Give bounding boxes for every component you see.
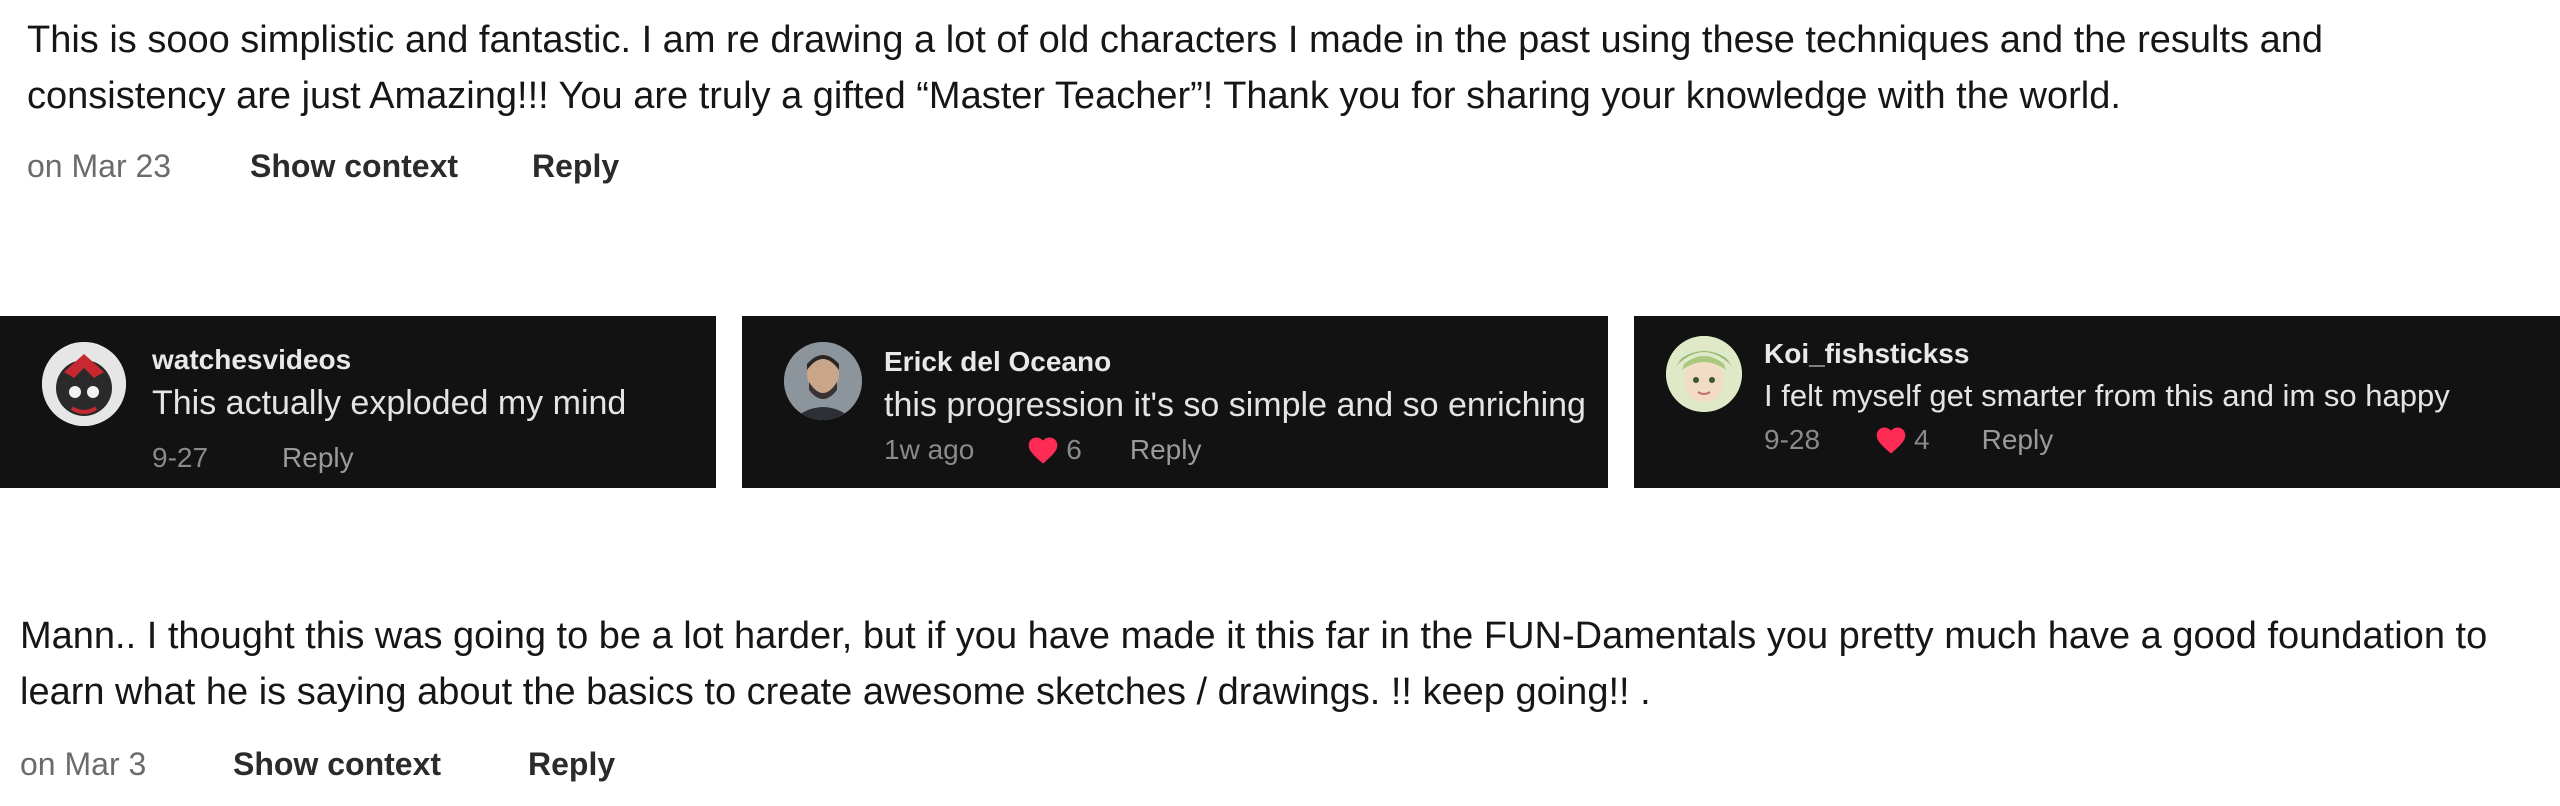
- comment-text: I felt myself get smarter from this and …: [1764, 378, 2450, 413]
- comment-text: This actually exploded my mind: [152, 384, 627, 422]
- heart-icon: [1876, 427, 1906, 454]
- comment-meta: 9-28 4 Reply: [1764, 424, 2053, 456]
- avatar-image: [1666, 336, 1742, 412]
- like-button[interactable]: 4: [1874, 424, 1930, 456]
- reply-link[interactable]: Reply: [532, 146, 619, 186]
- username[interactable]: Erick del Oceano: [884, 346, 1111, 378]
- comment-date: 9-27: [152, 442, 209, 473]
- comment-meta: 1w ago 6 Reply: [884, 434, 1201, 466]
- avatar: [784, 342, 862, 420]
- show-context-link[interactable]: Show context: [233, 744, 441, 784]
- comment-screenshot-card: Koi_fishstickss I felt myself get smarte…: [1634, 316, 2560, 488]
- reply-button[interactable]: Reply: [282, 442, 354, 474]
- comment-text: This is sooo simplistic and fantastic. I…: [27, 19, 2323, 117]
- avatar-image: [42, 342, 126, 426]
- comment-text: this progression it's so simple and so e…: [884, 386, 1586, 424]
- reply-button[interactable]: Reply: [1982, 424, 2054, 456]
- comment-screenshot-card: watchesvideos This actually exploded my …: [0, 316, 716, 488]
- comment-meta: 9-27 Reply: [152, 442, 354, 474]
- avatar: [1666, 336, 1742, 412]
- like-button[interactable]: 6: [1026, 434, 1082, 466]
- username[interactable]: Koi_fishstickss: [1764, 338, 1969, 370]
- like-count: 4: [1914, 424, 1930, 455]
- comment-text: Mann.. I thought this was going to be a …: [20, 615, 2488, 713]
- reply-button[interactable]: Reply: [1130, 434, 1202, 466]
- comment-screenshot-card: Erick del Oceano this progression it's s…: [742, 316, 1608, 488]
- avatar-image: [784, 342, 862, 420]
- show-context-link[interactable]: Show context: [250, 146, 458, 186]
- comment-date: on Mar 23: [27, 148, 172, 184]
- comment-date: on Mar 3: [20, 746, 147, 782]
- like-count: 6: [1066, 434, 1082, 465]
- reply-link[interactable]: Reply: [528, 744, 615, 784]
- comment-date: 1w ago: [884, 434, 975, 465]
- avatar: [42, 342, 126, 426]
- heart-icon: [1028, 437, 1058, 464]
- comment-date: 9-28: [1764, 424, 1821, 455]
- username[interactable]: watchesvideos: [152, 344, 351, 376]
